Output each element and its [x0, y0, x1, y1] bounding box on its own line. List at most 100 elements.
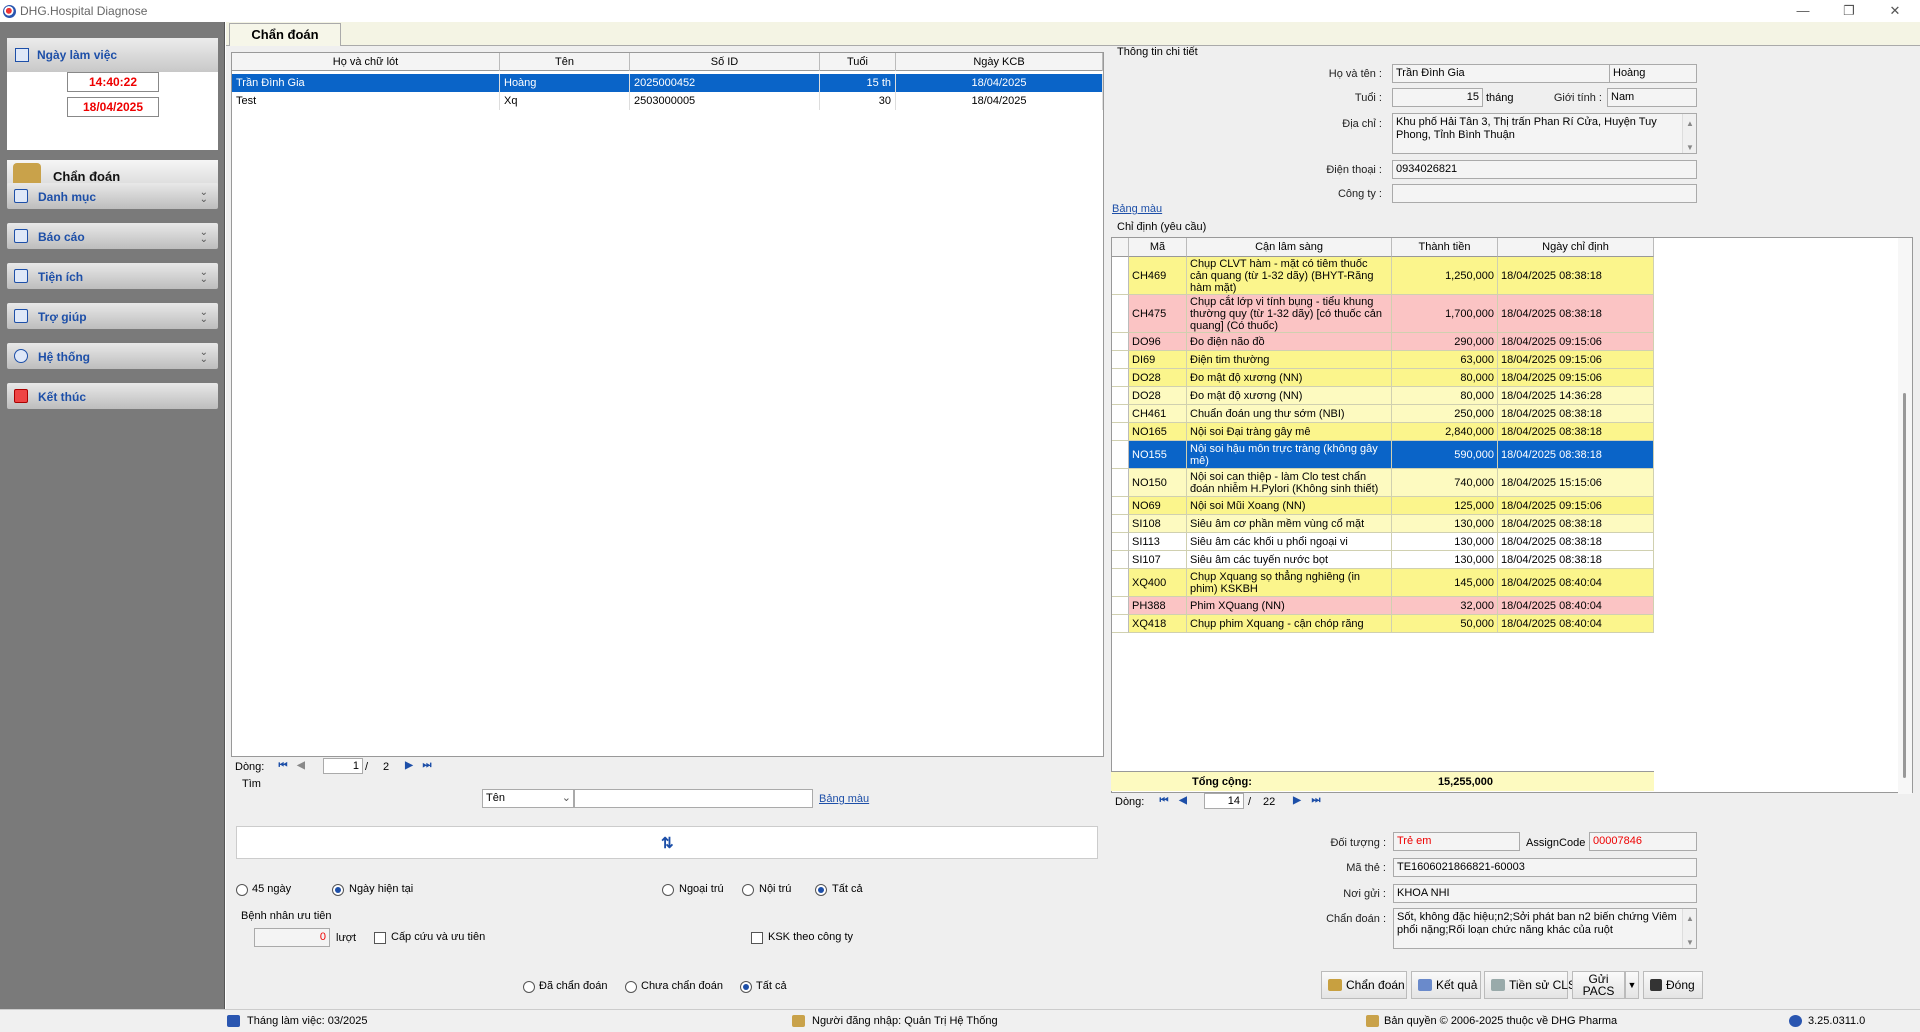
page-input[interactable]: 1: [323, 758, 363, 774]
vertical-scrollbar[interactable]: [1898, 238, 1912, 794]
row-header[interactable]: [1112, 405, 1129, 423]
row-header[interactable]: [1112, 515, 1129, 533]
inpatient-radio[interactable]: [742, 884, 754, 896]
minimize-icon[interactable]: —: [1780, 0, 1826, 22]
close-button[interactable]: Đóng: [1643, 971, 1703, 999]
scrollbar[interactable]: ▲ ▼: [1682, 909, 1696, 948]
page-input[interactable]: 14: [1204, 793, 1244, 809]
nav-ket-thuc[interactable]: Kết thúc: [7, 383, 218, 409]
today-radio[interactable]: [332, 884, 344, 896]
diagnose-button[interactable]: Chẩn đoán: [1321, 971, 1407, 999]
first-page-icon[interactable]: ⏮: [277, 760, 289, 772]
pacs-dropdown-icon[interactable]: ▼: [1625, 971, 1639, 999]
scrollbar-thumb[interactable]: [1903, 393, 1906, 778]
scrollbar[interactable]: ▲ ▼: [1682, 114, 1696, 153]
row-header[interactable]: [1112, 257, 1129, 295]
order-row[interactable]: SI113 Siêu âm các khối u phổi ngoại vi 130…: [1112, 533, 1654, 551]
card-field: TE1606021866821-60003: [1393, 858, 1697, 877]
order-row[interactable]: NO165 Nội soi Đại tràng gây mê 2,840,000 18…: [1112, 423, 1654, 441]
order-cell-date: 18/04/2025 08:38:18: [1498, 533, 1654, 551]
nav-tro-giup[interactable]: Trợ giúp ⌄ ⌄: [7, 303, 218, 329]
last-page-icon[interactable]: ⏭: [1310, 795, 1322, 807]
tab-chan-doan[interactable]: Chẩn đoán: [229, 23, 341, 46]
order-row[interactable]: CH475 Chụp cắt lớp vi tính bụng - tiểu kh…: [1112, 295, 1654, 333]
restore-icon[interactable]: ❐: [1826, 0, 1872, 22]
order-cell-name: Đo mật độ xương (NN): [1187, 387, 1392, 405]
order-row[interactable]: SI108 Siêu âm cơ phần mềm vùng cổ mặt 130,…: [1112, 515, 1654, 533]
row-header[interactable]: [1112, 369, 1129, 387]
order-row[interactable]: NO150 Nội soi can thiệp - làm Clo test ch…: [1112, 469, 1654, 497]
order-row[interactable]: CH461 Chuẩn đoán ung thư sớm (NBI) 250,000…: [1112, 405, 1654, 423]
row-header[interactable]: [1112, 387, 1129, 405]
row-header[interactable]: [1112, 469, 1129, 497]
row-header[interactable]: [1112, 333, 1129, 351]
row-header[interactable]: [1112, 597, 1129, 615]
row-header[interactable]: [1112, 423, 1129, 441]
workday-header[interactable]: Ngày làm việc: [7, 38, 218, 72]
first-page-icon[interactable]: ⏮: [1158, 795, 1170, 807]
next-page-icon[interactable]: ▶: [1291, 795, 1303, 807]
order-row[interactable]: DO28 Đo mật độ xương (NN) 80,000 18/04/2025…: [1112, 387, 1654, 405]
row-header[interactable]: [1112, 533, 1129, 551]
order-row[interactable]: XQ400 Chụp Xquang sọ thẳng nghiêng (in ph…: [1112, 569, 1654, 597]
history-button[interactable]: Tiền sử CLS: [1484, 971, 1576, 999]
not-diagnosed-radio[interactable]: [625, 981, 637, 993]
cell: Test: [232, 92, 500, 110]
row-header[interactable]: [1112, 569, 1129, 597]
row-header[interactable]: [1112, 351, 1129, 369]
refresh-button[interactable]: ⇅: [236, 826, 1098, 859]
col-header[interactable]: Số ID: [630, 53, 820, 71]
col-header[interactable]: Họ và chữ lót: [232, 53, 500, 71]
row-header[interactable]: [1112, 551, 1129, 569]
col-header[interactable]: Mã: [1129, 238, 1187, 257]
nav-danh-muc[interactable]: Danh mục ⌄ ⌄: [7, 183, 218, 209]
result-button[interactable]: Kết quả: [1411, 971, 1481, 999]
order-row[interactable]: NO69 Nội soi Mũi Xoang (NN) 125,000 18/04/2…: [1112, 497, 1654, 515]
order-row[interactable]: DO28 Đo mật độ xương (NN) 80,000 18/04/2025…: [1112, 369, 1654, 387]
outpatient-radio[interactable]: [662, 884, 674, 896]
row-header[interactable]: [1112, 441, 1129, 469]
nav-tien-ich[interactable]: Tiện ích ⌄ ⌄: [7, 263, 218, 289]
table-row[interactable]: Trần Đình Gia Hoàng 2025000452 15 th 18/…: [232, 74, 1103, 92]
emergency-checkbox[interactable]: [374, 932, 386, 944]
order-row[interactable]: NO155 Nội soi hậu môn trực tràng (không g…: [1112, 441, 1654, 469]
send-pacs-button[interactable]: Gửi PACS: [1572, 971, 1625, 999]
diagnosed-radio[interactable]: [523, 981, 535, 993]
nav-he-thong[interactable]: Hệ thống ⌄ ⌄: [7, 343, 218, 369]
orders-grid: Mã Cận lâm sàng Thành tiền Ngày chỉ định…: [1111, 237, 1913, 794]
last-page-icon[interactable]: ⏭: [421, 760, 433, 772]
col-header[interactable]: Tuổi: [820, 53, 896, 71]
search-group-label: Tìm: [242, 778, 261, 790]
table-row[interactable]: Test Xq 2503000005 30 18/04/2025: [232, 92, 1103, 110]
nav-bao-cao[interactable]: Báo cáo ⌄ ⌄: [7, 223, 218, 249]
search-input[interactable]: [574, 789, 813, 808]
radio-label: Ngoại trú: [679, 883, 724, 895]
col-header[interactable]: Ngày KCB: [896, 53, 1103, 71]
row-header[interactable]: [1112, 497, 1129, 515]
order-row[interactable]: SI107 Siêu âm các tuyến nước bọt 130,000 18…: [1112, 551, 1654, 569]
all-type-radio[interactable]: [815, 884, 827, 896]
next-page-icon[interactable]: ▶: [403, 760, 415, 772]
all-status-radio[interactable]: [740, 981, 752, 993]
row-header[interactable]: [1112, 295, 1129, 333]
order-row[interactable]: XQ418 Chụp phim Xquang - cận chóp răng 50,…: [1112, 615, 1654, 633]
col-header[interactable]: Tên: [500, 53, 630, 71]
ksk-checkbox[interactable]: [751, 932, 763, 944]
color-legend-link[interactable]: Bảng màu: [1112, 203, 1162, 215]
order-row[interactable]: CH469 Chụp CLVT hàm - mặt có tiêm thuốc c…: [1112, 257, 1654, 295]
row-header[interactable]: [1112, 615, 1129, 633]
prev-page-icon[interactable]: ◀: [1177, 795, 1189, 807]
order-row[interactable]: PH388 Phim XQuang (NN) 32,000 18/04/2025 08…: [1112, 597, 1654, 615]
search-field-select[interactable]: Tên ⌄: [482, 789, 574, 808]
col-header[interactable]: Thành tiền: [1392, 238, 1498, 257]
col-header[interactable]: Ngày chỉ định: [1498, 238, 1654, 257]
col-header[interactable]: Cận lâm sàng: [1187, 238, 1392, 257]
days-45-radio[interactable]: [236, 884, 248, 896]
cell: 18/04/2025: [896, 92, 1103, 110]
order-row[interactable]: DI69 Điện tim thường 63,000 18/04/2025 09:1…: [1112, 351, 1654, 369]
close-icon[interactable]: ✕: [1872, 0, 1918, 22]
order-row[interactable]: DO96 Đo điện não đồ 290,000 18/04/2025 09:1…: [1112, 333, 1654, 351]
color-legend-link[interactable]: Bảng màu: [819, 793, 869, 805]
prev-page-icon[interactable]: ◀: [295, 760, 307, 772]
order-cell-code: SI107: [1129, 551, 1187, 569]
